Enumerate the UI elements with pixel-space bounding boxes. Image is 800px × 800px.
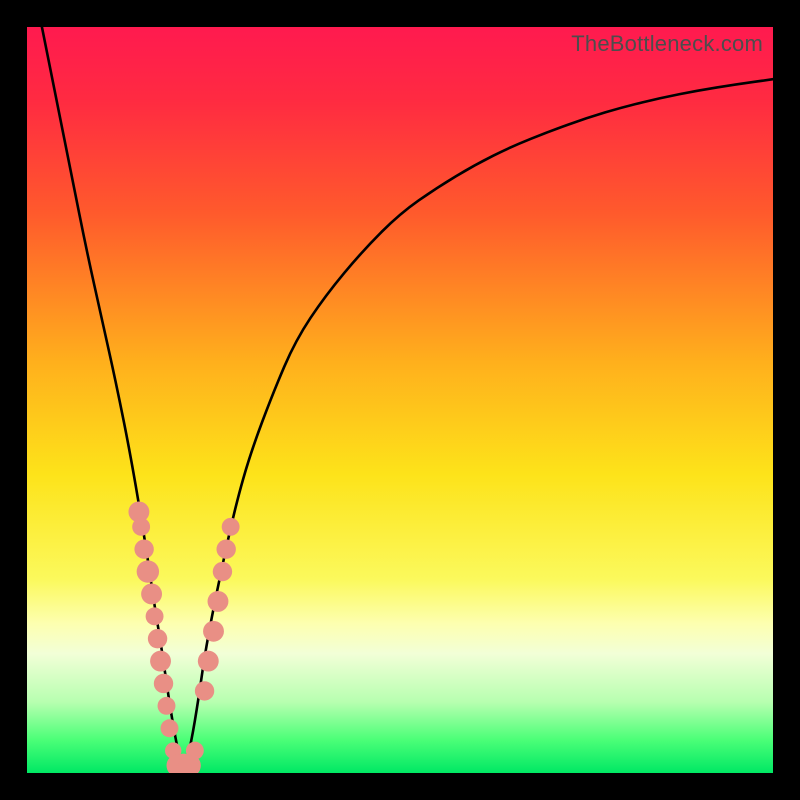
dot-marker bbox=[222, 518, 240, 536]
dot-marker bbox=[132, 518, 150, 536]
chart-frame: TheBottleneck.com bbox=[0, 0, 800, 800]
bottleneck-curve bbox=[42, 27, 773, 766]
dot-marker bbox=[186, 742, 204, 760]
dot-marker bbox=[146, 607, 164, 625]
dot-marker bbox=[161, 719, 179, 737]
chart-overlay bbox=[27, 27, 773, 773]
dot-marker bbox=[198, 651, 219, 672]
dot-marker bbox=[141, 584, 162, 605]
dot-marker bbox=[154, 674, 173, 693]
dot-marker bbox=[148, 629, 167, 648]
dot-marker bbox=[213, 562, 232, 581]
dot-marker bbox=[208, 591, 229, 612]
dot-marker bbox=[195, 681, 214, 700]
highlight-dots bbox=[128, 501, 239, 773]
dot-marker bbox=[216, 540, 235, 559]
dot-marker bbox=[150, 651, 171, 672]
watermark-text: TheBottleneck.com bbox=[571, 31, 763, 57]
dot-marker bbox=[203, 621, 224, 642]
dot-marker bbox=[137, 560, 159, 582]
dot-marker bbox=[134, 540, 153, 559]
dot-marker bbox=[158, 697, 176, 715]
chart-plot-area: TheBottleneck.com bbox=[27, 27, 773, 773]
